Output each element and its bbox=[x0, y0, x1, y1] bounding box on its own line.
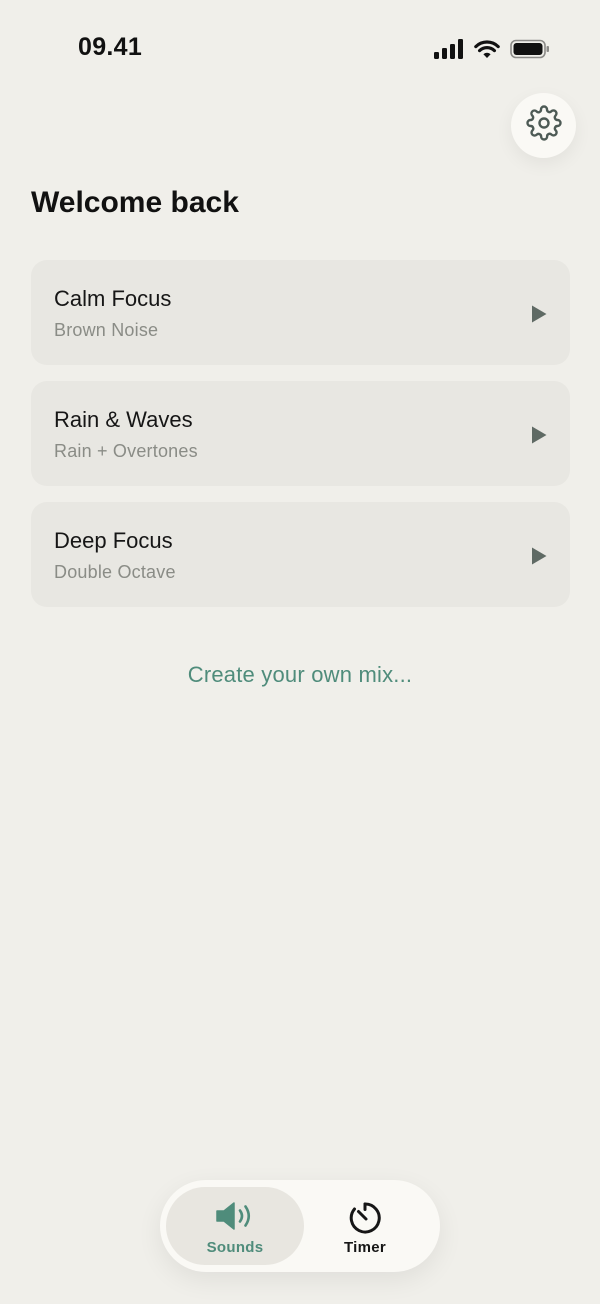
preset-title: Rain & Waves bbox=[54, 407, 193, 432]
preset-card-rain-waves[interactable]: Rain & Waves Rain + Overtones bbox=[31, 381, 570, 486]
preset-subtitle: Double Octave bbox=[54, 562, 176, 582]
gear-icon bbox=[525, 105, 562, 146]
settings-button[interactable] bbox=[511, 93, 576, 158]
cellular-signal-icon bbox=[434, 39, 464, 59]
preset-subtitle: Brown Noise bbox=[54, 320, 159, 340]
play-icon[interactable] bbox=[530, 546, 548, 566]
preset-card-calm-focus[interactable]: Calm Focus Brown Noise bbox=[31, 260, 570, 365]
preset-card-deep-focus[interactable]: Deep Focus Double Octave bbox=[31, 502, 570, 607]
tab-sounds[interactable]: Sounds bbox=[166, 1187, 304, 1265]
tab-timer[interactable]: Timer bbox=[296, 1187, 434, 1265]
timer-icon bbox=[347, 1200, 383, 1241]
status-icons bbox=[434, 36, 550, 62]
wifi-icon bbox=[474, 39, 500, 59]
preset-subtitle: Rain + Overtones bbox=[54, 441, 198, 461]
preset-list: Calm Focus Brown Noise Rain & Waves Rain… bbox=[31, 260, 570, 623]
preset-title: Calm Focus bbox=[54, 286, 172, 311]
page-title: Welcome back bbox=[31, 186, 239, 219]
tab-label: Timer bbox=[343, 1239, 387, 1256]
preset-title: Deep Focus bbox=[54, 528, 173, 553]
play-icon[interactable] bbox=[530, 425, 548, 445]
battery-icon bbox=[510, 39, 550, 59]
tab-label: Sounds bbox=[206, 1239, 264, 1256]
play-icon[interactable] bbox=[530, 304, 548, 324]
tab-bar: Sounds Timer bbox=[160, 1180, 440, 1272]
status-bar: 09.41 bbox=[0, 0, 600, 96]
create-mix-link[interactable]: Create your own mix... bbox=[0, 662, 600, 688]
status-time: 09.41 bbox=[78, 33, 143, 61]
speaker-icon bbox=[215, 1200, 255, 1237]
